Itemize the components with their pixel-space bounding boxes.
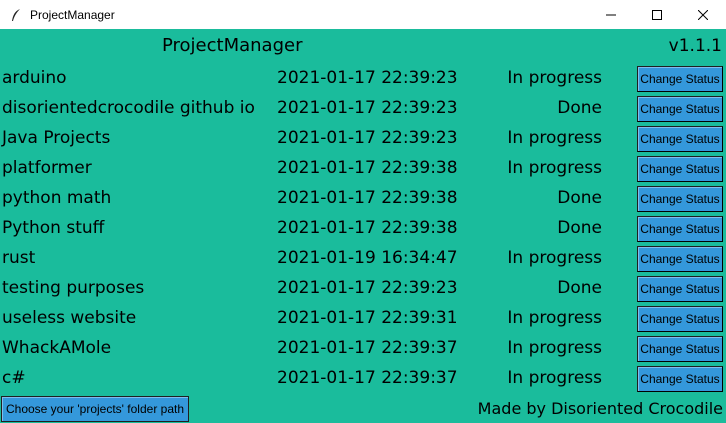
project-row: disorientedcrocodile github io 2021-01-1… xyxy=(0,94,726,124)
project-status: In progress xyxy=(507,158,602,178)
project-name: Java Projects xyxy=(2,128,111,148)
project-row: rust 2021-01-19 16:34:47 In progress Cha… xyxy=(0,244,726,274)
minimize-icon xyxy=(606,14,616,15)
project-name: arduino xyxy=(2,68,67,88)
project-name: platformer xyxy=(2,158,92,178)
project-status: In progress xyxy=(507,128,602,148)
window-title: ProjectManager xyxy=(30,7,115,22)
project-name: useless website xyxy=(2,308,137,328)
project-row: useless website 2021-01-17 22:39:31 In p… xyxy=(0,304,726,334)
project-name: c# xyxy=(2,368,26,388)
maximize-icon xyxy=(652,9,662,20)
version-label: v1.1.1 xyxy=(668,36,722,56)
project-status: In progress xyxy=(507,308,602,328)
project-name: Python stuff xyxy=(2,218,105,238)
project-name: rust xyxy=(2,248,36,268)
project-date: 2021-01-17 22:39:31 xyxy=(277,308,458,328)
project-name: WhackAMole xyxy=(2,338,112,358)
change-status-button[interactable]: Change Status xyxy=(637,66,723,92)
project-name: python math xyxy=(2,188,112,208)
project-date: 2021-01-17 22:39:38 xyxy=(277,158,458,178)
change-status-button[interactable]: Change Status xyxy=(637,96,723,122)
window-controls xyxy=(588,0,726,29)
project-status: Done xyxy=(557,278,602,298)
change-status-button[interactable]: Change Status xyxy=(637,276,723,302)
project-row: Python stuff 2021-01-17 22:39:38 Done Ch… xyxy=(0,214,726,244)
project-row: c# 2021-01-17 22:39:37 In progress Chang… xyxy=(0,364,726,394)
feather-icon xyxy=(8,7,24,23)
change-status-button[interactable]: Change Status xyxy=(637,126,723,152)
title-bar: ProjectManager xyxy=(0,0,726,29)
change-status-button[interactable]: Change Status xyxy=(637,306,723,332)
project-row: arduino 2021-01-17 22:39:23 In progress … xyxy=(0,64,726,94)
project-date: 2021-01-17 22:39:37 xyxy=(277,338,458,358)
project-date: 2021-01-19 16:34:47 xyxy=(277,248,458,268)
project-date: 2021-01-17 22:39:23 xyxy=(277,128,458,148)
project-row: platformer 2021-01-17 22:39:38 In progre… xyxy=(0,154,726,184)
project-name: disorientedcrocodile github io xyxy=(2,98,255,118)
change-status-button[interactable]: Change Status xyxy=(637,216,723,242)
project-row: python math 2021-01-17 22:39:38 Done Cha… xyxy=(0,184,726,214)
close-button[interactable] xyxy=(680,0,726,29)
project-status: In progress xyxy=(507,338,602,358)
project-status: In progress xyxy=(507,68,602,88)
project-date: 2021-01-17 22:39:23 xyxy=(277,98,458,118)
change-status-button[interactable]: Change Status xyxy=(637,156,723,182)
change-status-button[interactable]: Change Status xyxy=(637,336,723,362)
project-status: In progress xyxy=(507,368,602,388)
project-name: testing purposes xyxy=(2,278,145,298)
project-date: 2021-01-17 22:39:23 xyxy=(277,278,458,298)
project-row: testing purposes 2021-01-17 22:39:23 Don… xyxy=(0,274,726,304)
project-status: Done xyxy=(557,98,602,118)
project-status: In progress xyxy=(507,248,602,268)
project-date: 2021-01-17 22:39:23 xyxy=(277,68,458,88)
change-status-button[interactable]: Change Status xyxy=(637,366,723,392)
project-status: Done xyxy=(557,188,602,208)
choose-folder-button[interactable]: Choose your 'projects' folder path xyxy=(1,396,189,422)
change-status-button[interactable]: Change Status xyxy=(637,186,723,212)
app-title: ProjectManager xyxy=(162,35,303,56)
project-date: 2021-01-17 22:39:37 xyxy=(277,368,458,388)
project-date: 2021-01-17 22:39:38 xyxy=(277,188,458,208)
maximize-button[interactable] xyxy=(634,0,680,29)
project-row: WhackAMole 2021-01-17 22:39:37 In progre… xyxy=(0,334,726,364)
project-row: Java Projects 2021-01-17 22:39:23 In pro… xyxy=(0,124,726,154)
project-date: 2021-01-17 22:39:38 xyxy=(277,218,458,238)
minimize-button[interactable] xyxy=(588,0,634,29)
change-status-button[interactable]: Change Status xyxy=(637,246,723,272)
close-icon xyxy=(698,9,708,20)
project-status: Done xyxy=(557,218,602,238)
credit-label: Made by Disoriented Crocodile xyxy=(477,399,723,418)
